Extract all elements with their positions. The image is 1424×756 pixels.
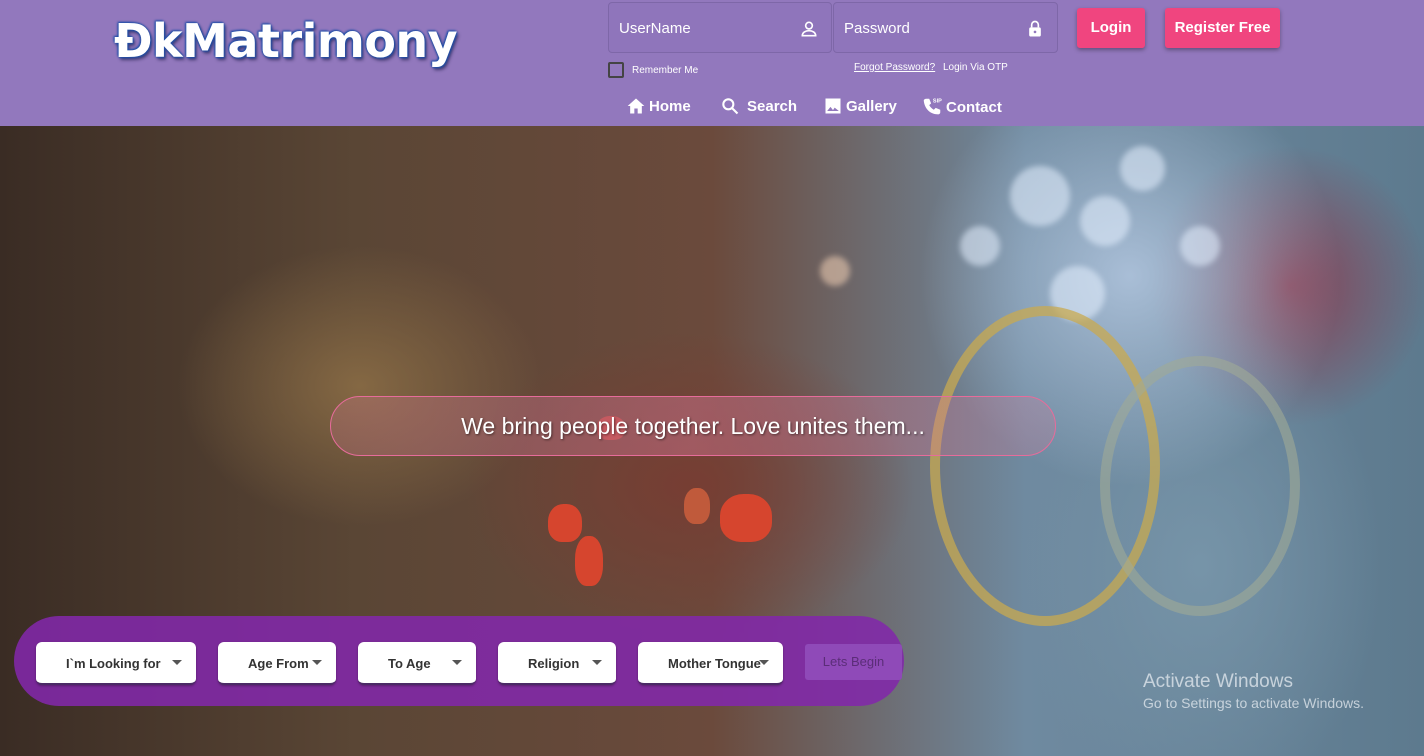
age-from-select[interactable]: Age From xyxy=(218,642,336,685)
lets-begin-button[interactable]: Lets Begin xyxy=(805,644,902,680)
username-placeholder[interactable]: UserName xyxy=(619,20,691,37)
nav-search-label: Search xyxy=(747,97,798,115)
nav-gallery[interactable]: Gallery xyxy=(823,96,897,116)
to-age-value: To Age xyxy=(388,656,431,671)
chevron-down-icon xyxy=(312,660,322,665)
username-field[interactable]: UserName xyxy=(608,2,832,53)
religion-select[interactable]: Religion xyxy=(498,642,616,685)
watermark-subtitle: Go to Settings to activate Windows. xyxy=(1143,695,1364,711)
nav-contact[interactable]: SIP Contact xyxy=(921,96,1002,118)
site-logo[interactable]: ĐkMatrimony xyxy=(114,14,458,68)
forgot-password-link[interactable]: Forgot Password? xyxy=(854,62,935,73)
chevron-down-icon xyxy=(452,660,462,665)
nav-search[interactable]: Search xyxy=(720,96,797,116)
partner-search-panel: I`m Looking for Age From To Age Religion… xyxy=(14,616,904,706)
nav-home-label: Home xyxy=(649,97,691,115)
religion-value: Religion xyxy=(528,656,580,671)
chevron-down-icon xyxy=(172,660,182,665)
register-free-button[interactable]: Register Free xyxy=(1165,8,1280,48)
image-icon xyxy=(825,98,841,114)
lock-icon xyxy=(1029,20,1041,37)
to-age-select[interactable]: To Age xyxy=(358,642,476,685)
hero-tagline: We bring people together. Love unites th… xyxy=(330,396,1056,456)
login-button[interactable]: Login xyxy=(1077,8,1145,48)
chevron-down-icon xyxy=(759,660,769,665)
user-icon xyxy=(801,21,817,37)
chevron-down-icon xyxy=(592,660,602,665)
remember-me[interactable]: Remember Me xyxy=(608,62,698,78)
watermark-title: Activate Windows xyxy=(1143,671,1293,692)
mother-tongue-value: Mother Tongue xyxy=(668,656,761,671)
remember-me-checkbox[interactable] xyxy=(608,62,624,78)
nav-gallery-label: Gallery xyxy=(846,97,897,115)
password-placeholder[interactable]: Password xyxy=(844,20,910,37)
looking-for-select[interactable]: I`m Looking for xyxy=(36,642,196,685)
svg-text:SIP: SIP xyxy=(933,98,942,104)
nav-contact-label: Contact xyxy=(946,98,1002,116)
phone-icon: SIP xyxy=(923,98,942,115)
hero-section: We bring people together. Love unites th… xyxy=(0,126,1424,756)
site-header: ĐkMatrimony UserName Password Login Regi… xyxy=(0,0,1424,126)
login-via-otp-link[interactable]: Login Via OTP xyxy=(943,62,1008,73)
password-field[interactable]: Password xyxy=(833,2,1058,53)
search-icon xyxy=(722,98,739,115)
remember-me-label: Remember Me xyxy=(632,64,699,76)
home-icon xyxy=(627,98,645,114)
mother-tongue-select[interactable]: Mother Tongue xyxy=(638,642,783,685)
age-from-value: Age From xyxy=(248,656,309,671)
nav-home[interactable]: Home xyxy=(626,96,691,116)
windows-activation-watermark: Activate Windows Go to Settings to activ… xyxy=(1143,671,1364,711)
looking-for-value: I`m Looking for xyxy=(66,656,161,671)
